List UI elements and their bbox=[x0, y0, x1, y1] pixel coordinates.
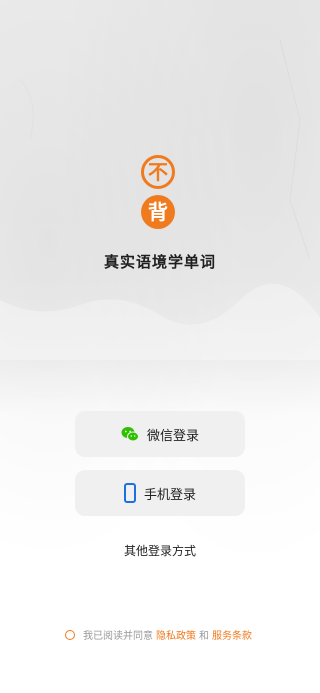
agreement-and: 和 bbox=[199, 631, 209, 642]
wechat-login-button[interactable]: 微信登录 bbox=[75, 411, 245, 457]
wechat-icon bbox=[121, 426, 139, 442]
terms-of-service-link[interactable]: 服务条款 bbox=[212, 627, 252, 642]
app-logo: 不 背 bbox=[139, 155, 181, 233]
logo-bottom-char: 背 bbox=[141, 195, 175, 229]
logo-top-char: 不 bbox=[141, 155, 175, 189]
phone-icon bbox=[123, 483, 136, 503]
agreement-row: 我已阅读并同意 隐私政策 和 服务条款 bbox=[0, 627, 320, 642]
wechat-login-label: 微信登录 bbox=[146, 428, 199, 444]
app-tagline: 真实语境学单词 bbox=[103, 253, 216, 271]
phone-login-label: 手机登录 bbox=[143, 487, 196, 503]
phone-login-button[interactable]: 手机登录 bbox=[75, 470, 245, 516]
agreement-prefix: 我已阅读并同意 bbox=[83, 631, 153, 642]
radio-unchecked-icon[interactable] bbox=[65, 629, 75, 640]
privacy-policy-link[interactable]: 隐私政策 bbox=[156, 627, 196, 642]
other-login-link[interactable]: 其他登录方式 bbox=[0, 542, 320, 559]
